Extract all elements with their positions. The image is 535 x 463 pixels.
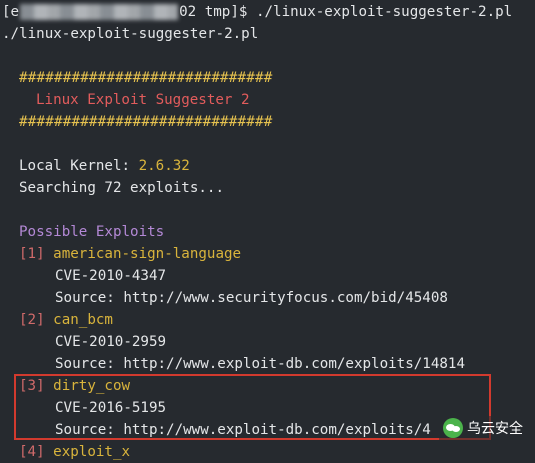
watermark-text: 乌云安全 [467, 421, 523, 437]
exploit-item: [4] exploit_x [2, 441, 535, 463]
echo-command-line: ./linux-exploit-suggester-2.pl [2, 26, 259, 42]
exploit-cve: CVE-2010-4347 [55, 268, 167, 284]
prompt-line: [e 02 tmp]$ ./linux-exploit-suggester-2.p… [2, 1, 535, 23]
exploit-item: [1] american-sign-language [2, 243, 535, 265]
exploit-source: Source: http://www.securityfocus.com/bid… [55, 290, 448, 306]
exploit-name: can_bcm [53, 312, 113, 328]
banner-title: Linux Exploit Suggester 2 [36, 92, 250, 108]
exploit-cve: CVE-2010-2959 [55, 334, 167, 350]
exploit-item: [2] can_bcm [2, 309, 535, 331]
kernel-label: Local Kernel: [19, 158, 139, 174]
exploit-number: [1] [19, 246, 45, 262]
exploit-number: [4] [19, 444, 45, 460]
exploit-source: Source: http://www.exploit-db.com/exploi… [55, 356, 465, 372]
exploit-name: exploit_x [53, 444, 131, 460]
kernel-version: 2.6.32 [138, 158, 190, 174]
highlight-box [14, 374, 491, 440]
banner-hash-top: ############################# [19, 70, 273, 86]
exploit-number: [2] [19, 312, 45, 328]
prompt-prefix: [e [2, 4, 20, 20]
terminal-window[interactable]: [e 02 tmp]$ ./linux-exploit-suggester-2.p… [0, 0, 535, 460]
prompt-command: 02 tmp]$ ./linux-exploit-suggester-2.pl [179, 4, 513, 20]
kernel-line: Local Kernel: 2.6.32 [2, 155, 535, 177]
exploit-name: american-sign-language [53, 246, 242, 262]
watermark: 乌云安全 [439, 416, 527, 440]
possible-exploits-heading: Possible Exploits [19, 224, 165, 240]
banner-hash-bottom: ############################# [19, 114, 273, 130]
redacted-hostname [20, 4, 179, 20]
searching-line: Searching 72 exploits... [19, 180, 224, 196]
wechat-icon [443, 418, 463, 438]
